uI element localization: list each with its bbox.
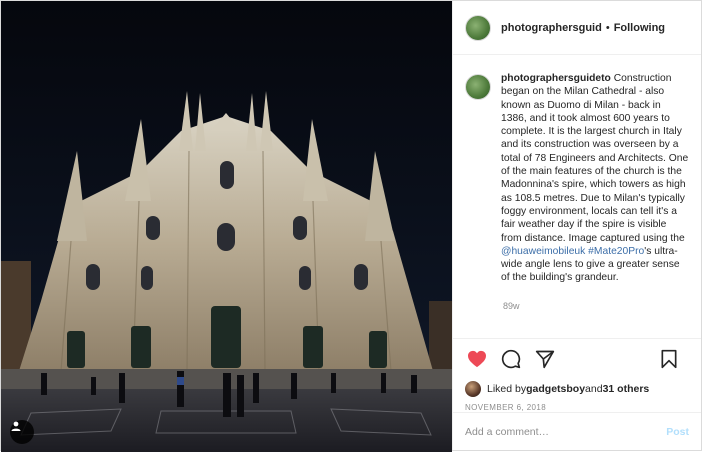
share-icon [535,350,555,368]
follow-status-button[interactable]: Following [614,22,665,34]
header-separator: • [605,21,610,34]
post-sidebar: photographersguid • Following photograph… [452,1,701,450]
comment-button[interactable] [499,347,523,371]
caption-text: photographersguideto Construction began … [501,72,689,285]
share-button[interactable] [533,347,557,371]
caption-time-ago[interactable]: 89w [503,301,520,311]
caption: photographersguideto Construction began … [465,72,689,285]
user-tag-icon [11,421,21,431]
action-bar [453,338,701,378]
avatar[interactable] [465,14,491,41]
likes-middle: and [585,383,603,395]
likes-summary: Liked by gadgetsboy and 31 others [453,378,701,400]
liker-avatar[interactable] [465,381,481,397]
likes-prefix: Liked by [487,383,527,395]
caption-avatar[interactable] [465,74,491,100]
caption-body-1: Construction began on the Milan Cathedra… [501,73,689,244]
likes-others-link[interactable]: 31 others [603,383,650,395]
save-button[interactable] [657,347,681,371]
tag-people-button[interactable] [10,420,34,444]
mention-link[interactable]: @huaweimobileuk [501,246,585,257]
header-username[interactable]: photographersguid [501,22,602,34]
heart-filled-icon [468,350,486,367]
post-comment-button[interactable]: Post [666,426,689,438]
liker-username[interactable]: gadgetsboy [526,383,585,395]
milan-cathedral-image [1,1,452,452]
comments-section: photographersguideto Construction began … [453,55,701,338]
comment-icon [501,349,521,368]
instagram-post: photographersguid • Following photograph… [0,0,702,452]
hashtag-link[interactable]: #Mate20Pro [588,246,644,257]
bookmark-icon [661,349,677,369]
post-header: photographersguid • Following [453,1,701,55]
caption-username[interactable]: photographersguideto [501,73,611,84]
post-photo[interactable] [1,1,452,452]
add-comment-bar: Post [453,412,701,450]
like-button[interactable] [465,347,489,371]
comment-input[interactable] [465,425,667,438]
